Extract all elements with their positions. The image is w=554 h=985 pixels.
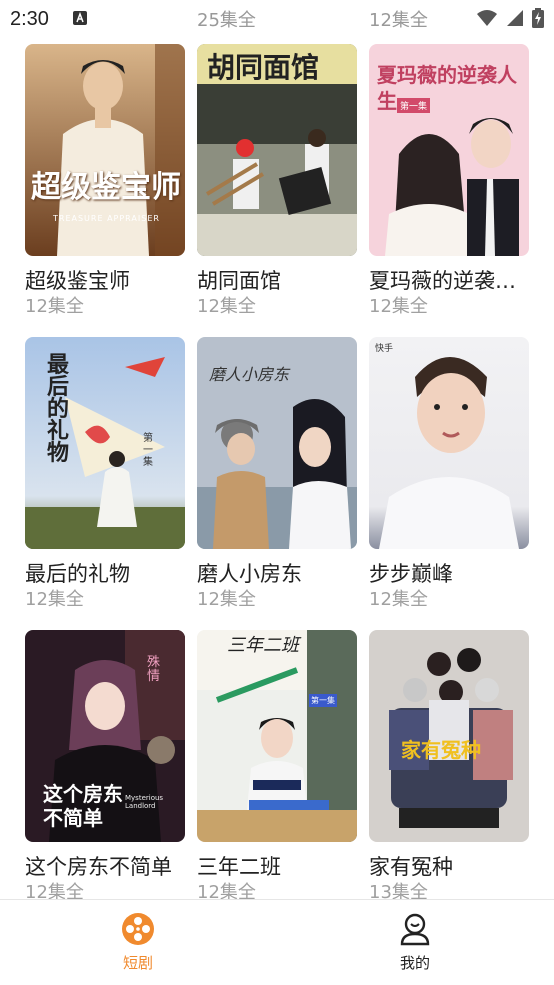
episode-count: 13集全	[369, 882, 428, 899]
drama-title[interactable]: 步步巅峰	[369, 561, 529, 587]
poster-title: 三年二班	[227, 635, 299, 656]
tab-short-drama[interactable]: 短剧	[78, 910, 198, 973]
poster-badge: 第一集	[143, 433, 153, 468]
drama-card[interactable]: 三年二班 第一集 三年二班 12集全	[197, 630, 357, 899]
poster-title: 超级鉴宝师	[31, 170, 181, 205]
drama-grid: 超级鉴宝师 TREASURE APPRAISER 超级鉴宝师 12集全 胡同面馆	[0, 44, 554, 899]
drama-card[interactable]: 这个房东不简单 Mysterious Landlord 殊情 这个房东不简单 1…	[25, 630, 185, 899]
episode-count: 12集全	[25, 589, 84, 610]
episode-count: 12集全	[197, 296, 256, 317]
poster-badge: 快手	[375, 344, 394, 354]
tab-label: 短剧	[122, 954, 153, 972]
poster-title: 磨人小房东	[209, 365, 290, 384]
film-reel-icon	[122, 913, 154, 945]
drama-title[interactable]: 三年二班	[197, 854, 357, 880]
episode-count: 12集全	[369, 10, 428, 31]
poster-subtitle: Mysterious Landlord	[125, 794, 164, 810]
poster-badge: 第一集	[397, 98, 431, 113]
poster-subtitle: TREASURE APPRAISER	[53, 214, 160, 223]
drama-title[interactable]: 夏玛薇的逆袭…	[369, 268, 529, 294]
drama-card[interactable]: 超级鉴宝师 TREASURE APPRAISER 超级鉴宝师 12集全	[25, 44, 185, 318]
drama-poster[interactable]: 超级鉴宝师 TREASURE APPRAISER	[25, 44, 185, 256]
drama-title[interactable]: 磨人小房东	[197, 561, 357, 587]
drama-poster[interactable]: 快手	[369, 337, 529, 549]
drama-title[interactable]: 胡同面馆	[197, 268, 357, 294]
drama-card[interactable]: 磨人小房东 磨人小房东 12集全	[197, 337, 357, 611]
episode-count: 12集全	[197, 589, 256, 610]
profile-icon	[400, 913, 430, 946]
drama-title[interactable]: 这个房东不简单	[25, 854, 185, 880]
tab-mine[interactable]: 我的	[355, 910, 475, 973]
drama-card[interactable]: 胡同面馆 胡同面馆 12集全	[197, 44, 357, 318]
drama-card[interactable]: 家有冤种 家有冤种 13集全	[369, 630, 529, 899]
episode-count: 12集全	[25, 882, 84, 899]
episode-count: 12集全	[369, 296, 428, 317]
drama-poster[interactable]: 胡同面馆	[197, 44, 357, 256]
tab-label: 我的	[399, 954, 430, 972]
partial-previous-row: 25集全 12集全	[0, 0, 554, 36]
episode-count: 12集全	[369, 589, 428, 610]
drama-card[interactable]: 快手 步步巅峰 12集全	[369, 337, 529, 611]
drama-card[interactable]: 夏玛薇的逆袭人生 第一集 夏玛薇的逆袭… 12集全	[369, 44, 529, 318]
poster-title: 最后的礼物	[47, 353, 70, 466]
episode-count: 12集全	[197, 882, 256, 899]
drama-title[interactable]: 家有冤种	[369, 854, 529, 880]
poster-badge: 第一集	[309, 694, 337, 707]
drama-title[interactable]: 最后的礼物	[25, 561, 185, 587]
drama-poster[interactable]: 磨人小房东	[197, 337, 357, 549]
poster-title: 家有冤种	[401, 738, 481, 762]
poster-badge: 殊情	[147, 655, 161, 684]
drama-poster[interactable]: 家有冤种	[369, 630, 529, 842]
drama-poster[interactable]: 最后的礼物 第一集	[25, 337, 185, 549]
drama-poster[interactable]: 三年二班 第一集	[197, 630, 357, 842]
poster-title: 胡同面馆	[207, 51, 320, 84]
drama-poster[interactable]: 夏玛薇的逆袭人生 第一集	[369, 44, 529, 256]
drama-poster[interactable]: 这个房东不简单 Mysterious Landlord 殊情	[25, 630, 185, 842]
bottom-nav: 短剧 我的	[0, 899, 554, 985]
drama-title[interactable]: 超级鉴宝师	[25, 268, 185, 294]
episode-count: 25集全	[197, 10, 256, 31]
drama-card[interactable]: 最后的礼物 第一集 最后的礼物 12集全	[25, 337, 185, 611]
episode-count: 12集全	[25, 296, 84, 317]
